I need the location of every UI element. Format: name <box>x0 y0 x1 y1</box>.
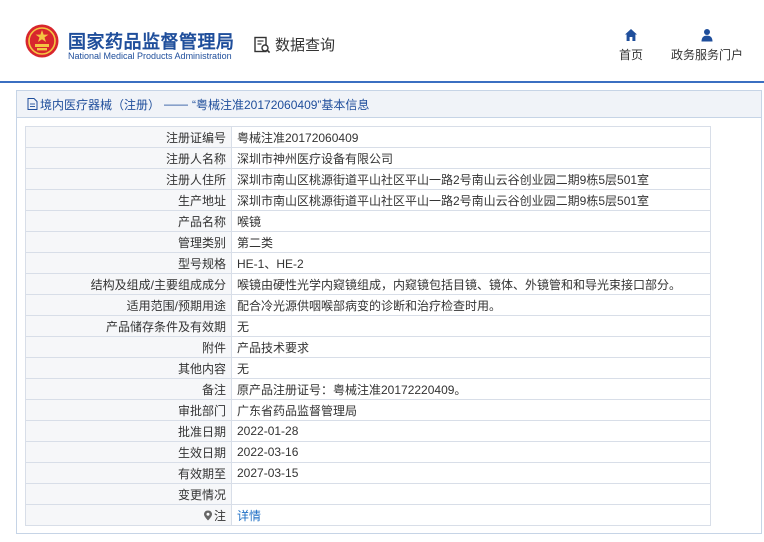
table-row: 生效日期 2022-03-16 <box>25 441 711 463</box>
table-row: 注册证编号 粤械注准20172060409 <box>25 126 711 148</box>
nav-service-portal-label: 政务服务门户 <box>670 48 743 62</box>
field-value: 第二类 <box>231 231 711 253</box>
field-label: 生产地址 <box>25 189 232 211</box>
note-value-cell: 详情 <box>231 504 711 526</box>
field-value: 无 <box>231 315 711 337</box>
field-label: 有效期至 <box>25 462 232 484</box>
record-panel: 境内医疗器械（注册） —— “粤械注准20172060409”基本信息 注册证编… <box>16 90 762 534</box>
field-label: 管理类别 <box>25 231 232 253</box>
site-header: 国家药品监督管理局 National Medical Products Admi… <box>0 0 764 83</box>
field-value: 喉镜由硬性光学内窥镜组成，内窥镜包括目镜、镜体、外镜管和和导光束接口部分。 <box>231 273 711 295</box>
table-row: 有效期至 2027-03-15 <box>25 462 711 484</box>
table-row: 管理类别 第二类 <box>25 231 711 253</box>
field-label: 生效日期 <box>25 441 232 463</box>
field-value: 深圳市神州医疗设备有限公司 <box>231 147 711 169</box>
table-row: 产品储存条件及有效期无 <box>25 315 711 337</box>
record-info-table: 注册证编号 粤械注准20172060409 注册人名称 深圳市神州医疗设备有限公司 注册… <box>25 126 711 526</box>
field-label: 产品名称 <box>25 210 232 232</box>
field-label: 其他内容 <box>25 357 232 379</box>
table-row: 注册人住所 深圳市南山区桃源街道平山社区平山一路2号南山云谷创业园二期9栋5层50… <box>25 168 711 190</box>
national-emblem-icon <box>25 24 59 58</box>
document-search-icon <box>254 36 271 53</box>
field-value: 2022-03-16 <box>231 441 711 463</box>
field-value: 2027-03-15 <box>231 462 711 484</box>
note-label: 注 <box>213 508 226 523</box>
field-value: 配合冷光源供咽喉部病变的诊断和治疗检查时用。 <box>231 294 711 316</box>
table-row: 适用范围/预期用途 配合冷光源供咽喉部病变的诊断和治疗检查时用。 <box>25 294 711 316</box>
breadcrumb-category-link[interactable]: 境内医疗器械（注册） <box>40 96 160 113</box>
table-row: 批准日期 2022-01-28 <box>25 420 711 442</box>
detail-link[interactable]: 详情 <box>237 509 261 523</box>
field-label: 附件 <box>25 336 232 358</box>
table-row: 附件 产品技术要求 <box>25 336 711 358</box>
brand-subtitle: National Medical Products Administration <box>68 51 232 61</box>
field-value: 无 <box>231 357 711 379</box>
table-row: 注册人名称 深圳市神州医疗设备有限公司 <box>25 147 711 169</box>
field-label: 注册人名称 <box>25 147 232 169</box>
breadcrumb-separator: —— <box>164 97 189 111</box>
field-value: 深圳市南山区桃源街道平山社区平山一路2号南山云谷创业园二期9栋5层501室 <box>231 168 711 190</box>
note-label-cell: 注 <box>25 504 232 526</box>
field-label: 审批部门 <box>25 399 232 421</box>
field-value: 喉镜 <box>231 210 711 232</box>
field-value: 原产品注册证号：粤械注准20172220409。 <box>231 378 711 400</box>
field-label: 型号规格 <box>25 252 232 274</box>
note-row: 注详情 <box>25 504 711 526</box>
field-label: 批准日期 <box>25 420 232 442</box>
field-value: 产品技术要求 <box>231 336 711 358</box>
field-value <box>231 483 711 505</box>
table-row: 变更情况 <box>25 483 711 505</box>
field-value: 2022-01-28 <box>231 420 711 442</box>
field-label: 注册人住所 <box>25 168 232 190</box>
table-row: 其他内容无 <box>25 357 711 379</box>
field-value: 粤械注准20172060409 <box>231 126 711 148</box>
header-divider <box>0 81 764 83</box>
table-row: 产品名称 喉镜 <box>25 210 711 232</box>
field-value: 深圳市南山区桃源街道平山社区平山一路2号南山云谷创业园二期9栋5层501室 <box>231 189 711 211</box>
data-query-link[interactable]: 数据查询 <box>253 34 335 55</box>
table-row: 型号规格 HE-1、HE-2 <box>25 252 711 274</box>
user-icon <box>701 29 713 42</box>
field-label: 适用范围/预期用途 <box>25 294 232 316</box>
table-row: 结构及组成/主要组成成分 喉镜由硬性光学内窥镜组成，内窥镜包括目镜、镜体、外镜管和… <box>25 273 711 295</box>
nav-home[interactable]: 首页 <box>614 28 648 63</box>
field-label: 变更情况 <box>25 483 232 505</box>
field-value: HE-1、HE-2 <box>231 252 711 274</box>
map-pin-icon <box>203 510 212 520</box>
table-row: 生产地址 深圳市南山区桃源街道平山社区平山一路2号南山云谷创业园二期9栋5层501… <box>25 189 711 211</box>
field-label: 结构及组成/主要组成成分 <box>25 273 232 295</box>
table-row: 审批部门 广东省药品监督管理局 <box>25 399 711 421</box>
breadcrumb-current: “粤械注准20172060409”基本信息 <box>192 97 370 112</box>
field-label: 注册证编号 <box>25 126 232 148</box>
table-row: 备注 原产品注册证号：粤械注准20172220409。 <box>25 378 711 400</box>
nav-service-portal[interactable]: 政务服务门户 <box>668 28 746 63</box>
field-value: 广东省药品监督管理局 <box>231 399 711 421</box>
data-query-label: 数据查询 <box>275 37 336 54</box>
breadcrumb: 境内医疗器械（注册） —— “粤械注准20172060409”基本信息 <box>17 91 761 118</box>
home-icon <box>625 29 637 41</box>
field-label: 备注 <box>25 378 232 400</box>
document-icon <box>27 98 38 110</box>
field-label: 产品储存条件及有效期 <box>25 315 232 337</box>
nav-home-label: 首页 <box>618 48 643 62</box>
